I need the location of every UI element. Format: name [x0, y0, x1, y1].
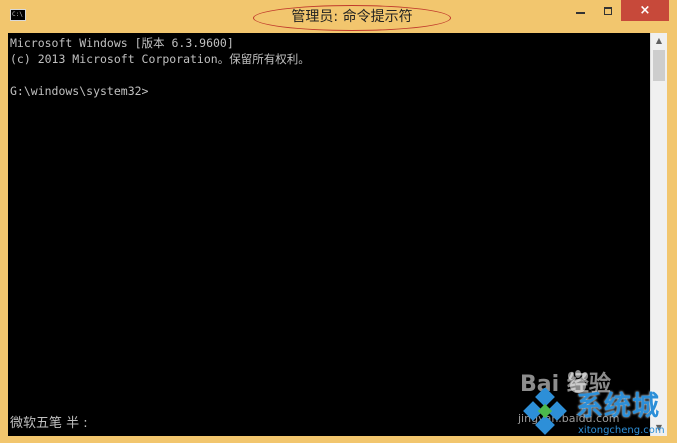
title-bar[interactable]: C:\ 管理员: 命令提示符 ×: [0, 0, 677, 33]
scroll-up-icon[interactable]: ▲: [651, 33, 667, 49]
console-prompt: G:\windows\system32>: [10, 84, 149, 98]
cmd-icon-label: C:\: [12, 11, 23, 18]
cmd-icon[interactable]: C:\: [10, 9, 26, 21]
xitongcheng-brand: 系统城: [576, 391, 660, 422]
maximize-button[interactable]: [594, 0, 621, 21]
minimize-icon: [576, 11, 585, 14]
scroll-thumb[interactable]: [653, 50, 665, 81]
xitongcheng-domain: xitongcheng.com: [578, 425, 665, 436]
maximize-icon: [603, 6, 612, 15]
vertical-scrollbar[interactable]: ▲ ▼: [650, 33, 667, 436]
console-line: Microsoft Windows [版本 6.3.9600]: [10, 36, 234, 50]
close-icon: ×: [639, 3, 651, 18]
minimize-button[interactable]: [567, 0, 594, 21]
console-output: Microsoft Windows [版本 6.3.9600] (c) 2013…: [10, 35, 310, 99]
window-title: 管理员: 命令提示符: [253, 5, 451, 31]
xitongcheng-logo-icon: [523, 388, 567, 435]
console-line: (c) 2013 Microsoft Corporation。保留所有权利。: [10, 52, 310, 66]
ime-status-bar: 微软五笔 半 :: [10, 416, 88, 431]
cmd-window: C:\ 管理员: 命令提示符 × Microsoft Windows [版本 6…: [0, 0, 677, 443]
close-button[interactable]: ×: [621, 0, 669, 21]
